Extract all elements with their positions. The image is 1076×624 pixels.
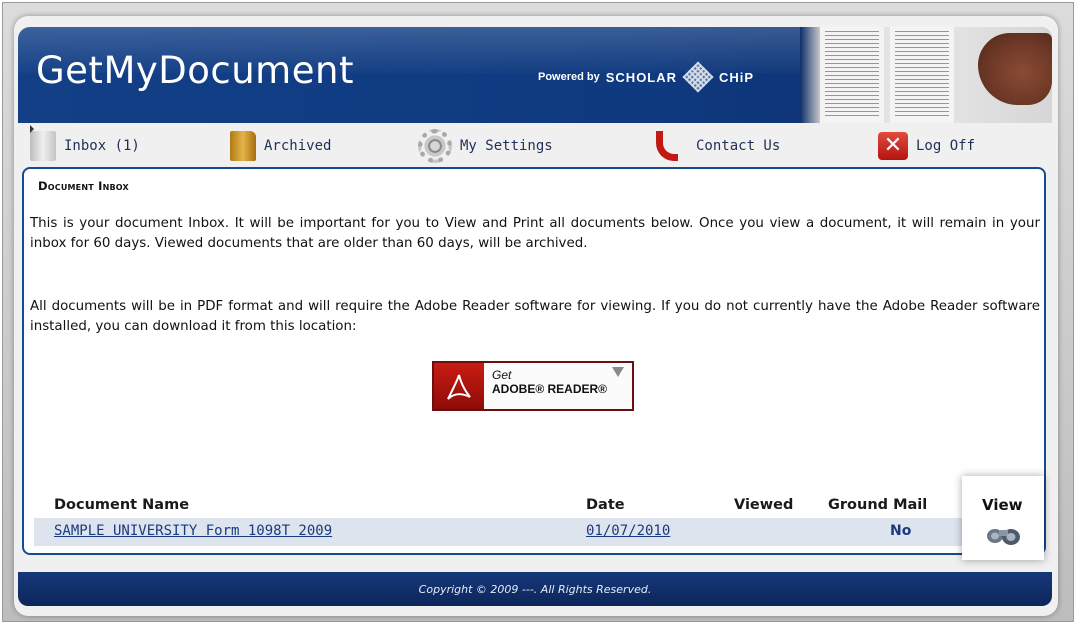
column-header-date: Date <box>586 497 625 513</box>
brand-name-right: CHiP <box>719 69 755 85</box>
footer: Copyright © 2009 ---. All Rights Reserve… <box>18 572 1052 606</box>
powered-by-logo: Powered by SCHOLAR CHiP <box>538 61 755 93</box>
column-header-document-name: Document Name <box>54 497 190 513</box>
folder-icon <box>230 131 256 161</box>
nav-my-settings-label: My Settings <box>460 138 553 154</box>
nav-inbox-label: Inbox (1) <box>64 138 140 154</box>
hand-image <box>978 33 1052 105</box>
gear-icon <box>418 129 452 163</box>
document-page-image <box>820 27 884 123</box>
document-date-link[interactable]: 01/07/2010 <box>586 523 670 539</box>
adobe-pdf-icon <box>434 363 484 409</box>
main-nav: Inbox (1) Archived My Settings Contact U… <box>18 124 1052 168</box>
column-header-ground-mail: Ground Mail <box>828 497 928 513</box>
column-header-view: View <box>982 496 1023 514</box>
get-adobe-reader-button[interactable]: Get ADOBE® READER® <box>432 361 634 411</box>
nav-log-off-label: Log Off <box>916 138 976 154</box>
document-inbox-panel: Document Inbox This is your document Inb… <box>22 167 1046 555</box>
inbox-icon <box>30 125 56 161</box>
document-page-image <box>890 27 954 123</box>
chip-logo-icon <box>682 61 714 93</box>
column-header-viewed: Viewed <box>734 497 794 513</box>
app-title: GetMyDocument <box>36 49 354 92</box>
section-title: Document Inbox <box>38 179 129 193</box>
nav-archived-label: Archived <box>264 138 332 154</box>
phone-icon <box>656 131 678 161</box>
adobe-description: All documents will be in PDF format and … <box>30 299 1040 334</box>
brand-name-left: SCHOLAR <box>605 69 678 85</box>
binoculars-icon[interactable] <box>986 524 1022 546</box>
copyright-text: Copyright © 2009 ---. All Rights Reserve… <box>418 582 652 596</box>
powered-by-text: Powered by <box>538 71 600 83</box>
nav-archived[interactable]: Archived <box>230 130 331 162</box>
adobe-get-label: Get <box>492 368 512 382</box>
header-document-photo <box>800 27 1052 123</box>
view-column-highlight <box>962 476 1044 560</box>
inbox-description: This is your document Inbox. It will be … <box>30 216 1040 251</box>
ground-mail-value: No <box>890 523 912 539</box>
nav-log-off[interactable]: ✕ Log Off <box>878 130 975 162</box>
nav-inbox[interactable]: Inbox (1) <box>30 125 140 162</box>
nav-contact-us[interactable]: Contact Us <box>656 130 780 162</box>
nav-contact-us-label: Contact Us <box>696 138 781 154</box>
nav-my-settings[interactable]: My Settings <box>418 129 553 163</box>
adobe-reader-label: ADOBE® READER® <box>492 382 608 396</box>
download-arrow-icon <box>612 367 624 377</box>
logoff-icon: ✕ <box>878 132 908 160</box>
header-banner: GetMyDocument Powered by SCHOLAR CHiP <box>18 27 1052 123</box>
adobe-text: Get ADOBE® READER® <box>484 363 607 409</box>
document-name-link[interactable]: SAMPLE UNIVERSITY Form 1098T 2009 <box>54 523 332 539</box>
